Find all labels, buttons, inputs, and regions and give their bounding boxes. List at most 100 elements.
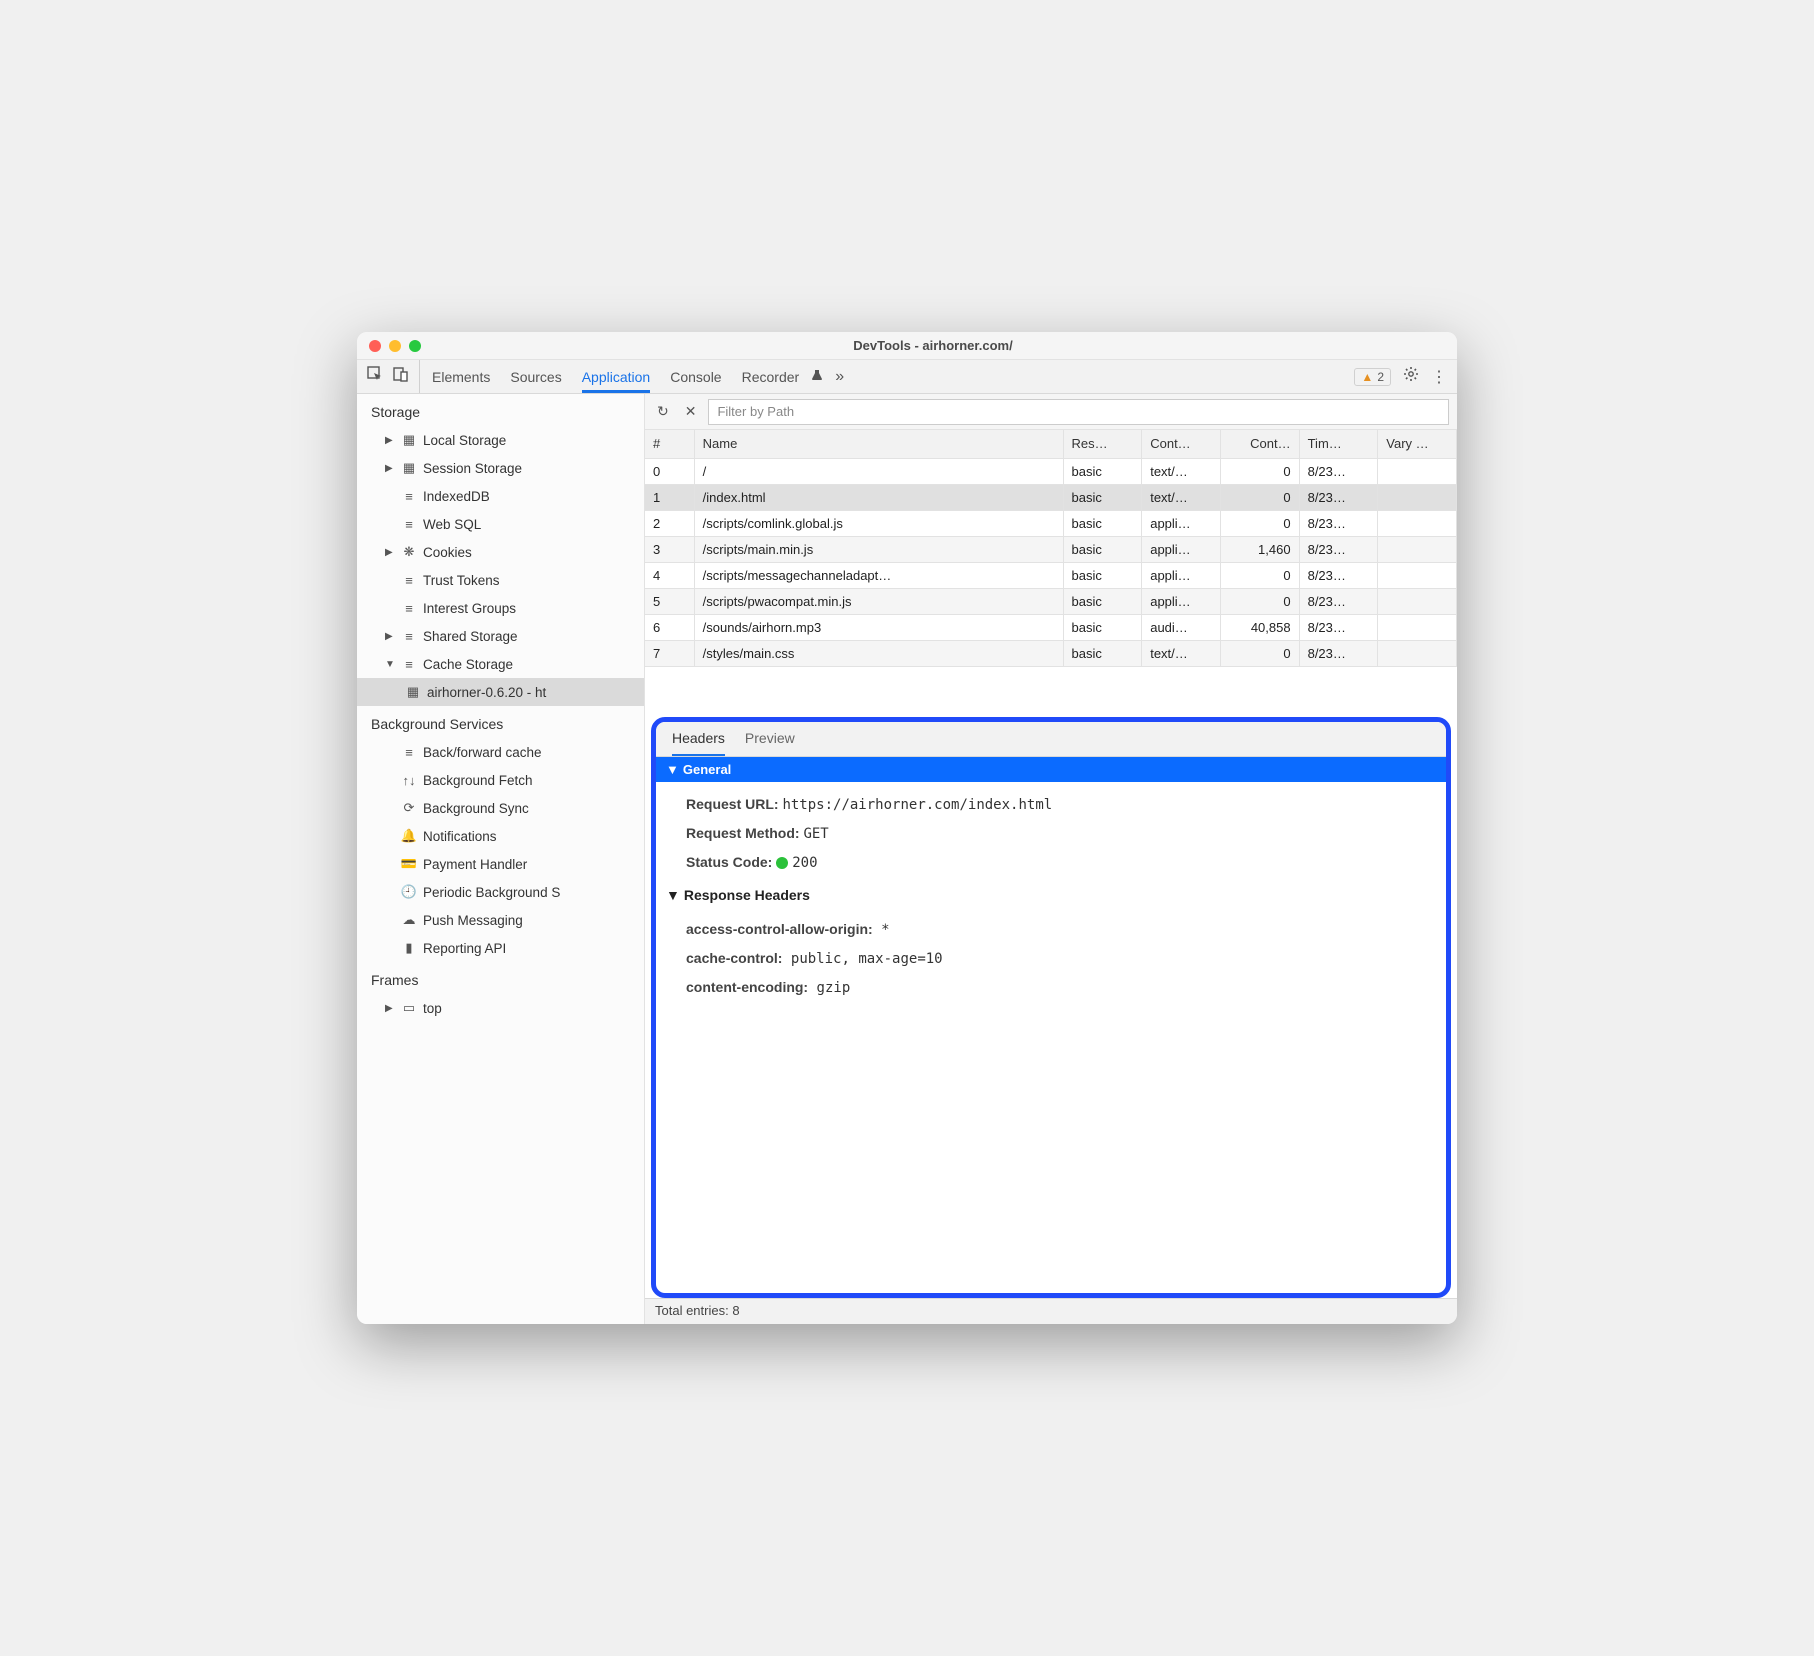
zoom-icon[interactable] (409, 340, 421, 352)
column-header[interactable]: # (645, 430, 694, 458)
tab-application[interactable]: Application (582, 360, 651, 393)
column-header[interactable]: Tim… (1299, 430, 1378, 458)
header-value: public, max-age=10 (782, 951, 942, 967)
grid-icon: ▦ (401, 432, 417, 448)
header-value: * (873, 922, 890, 938)
sidebar-item-web-sql[interactable]: ≡Web SQL (357, 510, 644, 538)
main-panel: ↻ ✕ #NameRes…Cont…Cont…Tim…Vary … 0/basi… (645, 394, 1457, 1324)
column-header[interactable]: Res… (1063, 430, 1142, 458)
cache-filterbar: ↻ ✕ (645, 394, 1457, 430)
tab-elements[interactable]: Elements (432, 360, 490, 393)
cell-tc: 8/23… (1299, 536, 1378, 562)
cell-name: /index.html (694, 484, 1063, 510)
cell-n: 6 (645, 614, 694, 640)
sidebar-item-push-messaging[interactable]: ☁ Push Messaging (357, 906, 644, 934)
minimize-icon[interactable] (389, 340, 401, 352)
cell-tc: 8/23… (1299, 484, 1378, 510)
sidebar-item-airhorner-0-6-20-ht[interactable]: ▦airhorner-0.6.20 - ht (357, 678, 644, 706)
cell-vh (1378, 536, 1457, 562)
bell-icon: 🔔 (401, 828, 417, 844)
cell-n: 3 (645, 536, 694, 562)
sidebar-item-cache-storage[interactable]: ▼≡Cache Storage (357, 650, 644, 678)
tab-recorder[interactable]: Recorder (742, 360, 800, 393)
cell-cl: 0 (1220, 640, 1299, 666)
cell-vh (1378, 614, 1457, 640)
table-row[interactable]: 3/scripts/main.min.jsbasicappli…1,4608/2… (645, 536, 1457, 562)
sidebar-item-trust-tokens[interactable]: ≡Trust Tokens (357, 566, 644, 594)
sidebar-item-label: IndexedDB (423, 489, 490, 504)
column-header[interactable]: Name (694, 430, 1063, 458)
cell-name: /styles/main.css (694, 640, 1063, 666)
header-key: content-encoding: (686, 979, 808, 995)
refresh-icon[interactable]: ↻ (653, 403, 673, 420)
table-row[interactable]: 4/scripts/messagechanneladapt…basicappli… (645, 562, 1457, 588)
sidebar-item-background-fetch[interactable]: ↑↓Background Fetch (357, 766, 644, 794)
expand-icon: ▶ (385, 435, 395, 446)
tab-sources[interactable]: Sources (510, 360, 561, 393)
sidebar-item-label: Interest Groups (423, 601, 516, 616)
request-method-value: GET (803, 826, 828, 842)
cell-res: basic (1063, 536, 1142, 562)
tab-console[interactable]: Console (670, 360, 721, 393)
general-section-header[interactable]: ▼ General (656, 757, 1446, 782)
sidebar-item-top[interactable]: ▶▭top (357, 994, 644, 1022)
sidebar-item-local-storage[interactable]: ▶▦Local Storage (357, 426, 644, 454)
card-icon: 💳 (401, 856, 417, 872)
sidebar-item-notifications[interactable]: 🔔 Notifications (357, 822, 644, 850)
sidebar-item-background-sync[interactable]: ⟳Background Sync (357, 794, 644, 822)
clear-icon[interactable]: ✕ (681, 403, 701, 420)
sidebar-item-cookies[interactable]: ▶❋Cookies (357, 538, 644, 566)
inspect-icon[interactable] (367, 366, 383, 387)
column-header[interactable]: Cont… (1220, 430, 1299, 458)
request-method-label: Request Method: (686, 825, 800, 841)
cell-tc: 8/23… (1299, 562, 1378, 588)
settings-icon[interactable] (1403, 366, 1419, 387)
file-icon: ▮ (401, 940, 417, 956)
frame-icon: ▭ (401, 1000, 417, 1016)
table-row[interactable]: 5/scripts/pwacompat.min.jsbasicappli…08/… (645, 588, 1457, 614)
recorder-flask-icon (811, 368, 823, 386)
column-header[interactable]: Cont… (1142, 430, 1221, 458)
sidebar-item-indexeddb[interactable]: ≡ IndexedDB (357, 482, 644, 510)
cell-vh (1378, 458, 1457, 484)
warnings-badge[interactable]: ▲ 2 (1354, 368, 1391, 386)
window-title: DevTools - airhorner.com/ (421, 338, 1445, 353)
sidebar-item-reporting-api[interactable]: ▮ Reporting API (357, 934, 644, 962)
more-tabs-icon[interactable]: » (835, 368, 844, 386)
sidebar-item-label: top (423, 1001, 442, 1016)
sidebar-item-back-forward-cache[interactable]: ≡Back/forward cache (357, 738, 644, 766)
sidebar-item-label: Notifications (423, 829, 497, 844)
column-header[interactable]: Vary … (1378, 430, 1457, 458)
db-icon: ≡ (401, 489, 417, 504)
cell-cl: 40,858 (1220, 614, 1299, 640)
sidebar-item-periodic-background-s[interactable]: 🕘Periodic Background S (357, 878, 644, 906)
expand-icon: ▶ (385, 463, 395, 474)
cell-name: / (694, 458, 1063, 484)
filter-input[interactable] (708, 399, 1449, 425)
grid-icon: ▦ (405, 684, 421, 700)
response-headers-section-header[interactable]: ▼ Response Headers (656, 879, 1446, 907)
table-row[interactable]: 6/sounds/airhorn.mp3basicaudi…40,8588/23… (645, 614, 1457, 640)
sidebar-item-payment-handler[interactable]: 💳Payment Handler (357, 850, 644, 878)
sidebar-item-interest-groups[interactable]: ≡Interest Groups (357, 594, 644, 622)
table-row[interactable]: 1/index.htmlbasictext/…08/23… (645, 484, 1457, 510)
sidebar-item-label: Push Messaging (423, 913, 523, 928)
detail-tab-preview[interactable]: Preview (745, 730, 795, 756)
kebab-menu-icon[interactable]: ⋮ (1431, 367, 1447, 387)
detail-tab-headers[interactable]: Headers (672, 730, 725, 756)
cell-n: 4 (645, 562, 694, 588)
sidebar-item-label: Reporting API (423, 941, 506, 956)
table-row[interactable]: 7/styles/main.cssbasictext/…08/23… (645, 640, 1457, 666)
sidebar-item-session-storage[interactable]: ▶▦Session Storage (357, 454, 644, 482)
sidebar-item-shared-storage[interactable]: ▶≡Shared Storage (357, 622, 644, 650)
close-icon[interactable] (369, 340, 381, 352)
cell-name: /sounds/airhorn.mp3 (694, 614, 1063, 640)
sidebar-item-label: Web SQL (423, 517, 481, 532)
table-row[interactable]: 2/scripts/comlink.global.jsbasicappli…08… (645, 510, 1457, 536)
cell-vh (1378, 588, 1457, 614)
db-icon: ≡ (401, 573, 417, 588)
cloud-icon: ☁ (401, 912, 417, 928)
device-toggle-icon[interactable] (393, 366, 409, 387)
cell-vh (1378, 510, 1457, 536)
table-row[interactable]: 0/basictext/…08/23… (645, 458, 1457, 484)
